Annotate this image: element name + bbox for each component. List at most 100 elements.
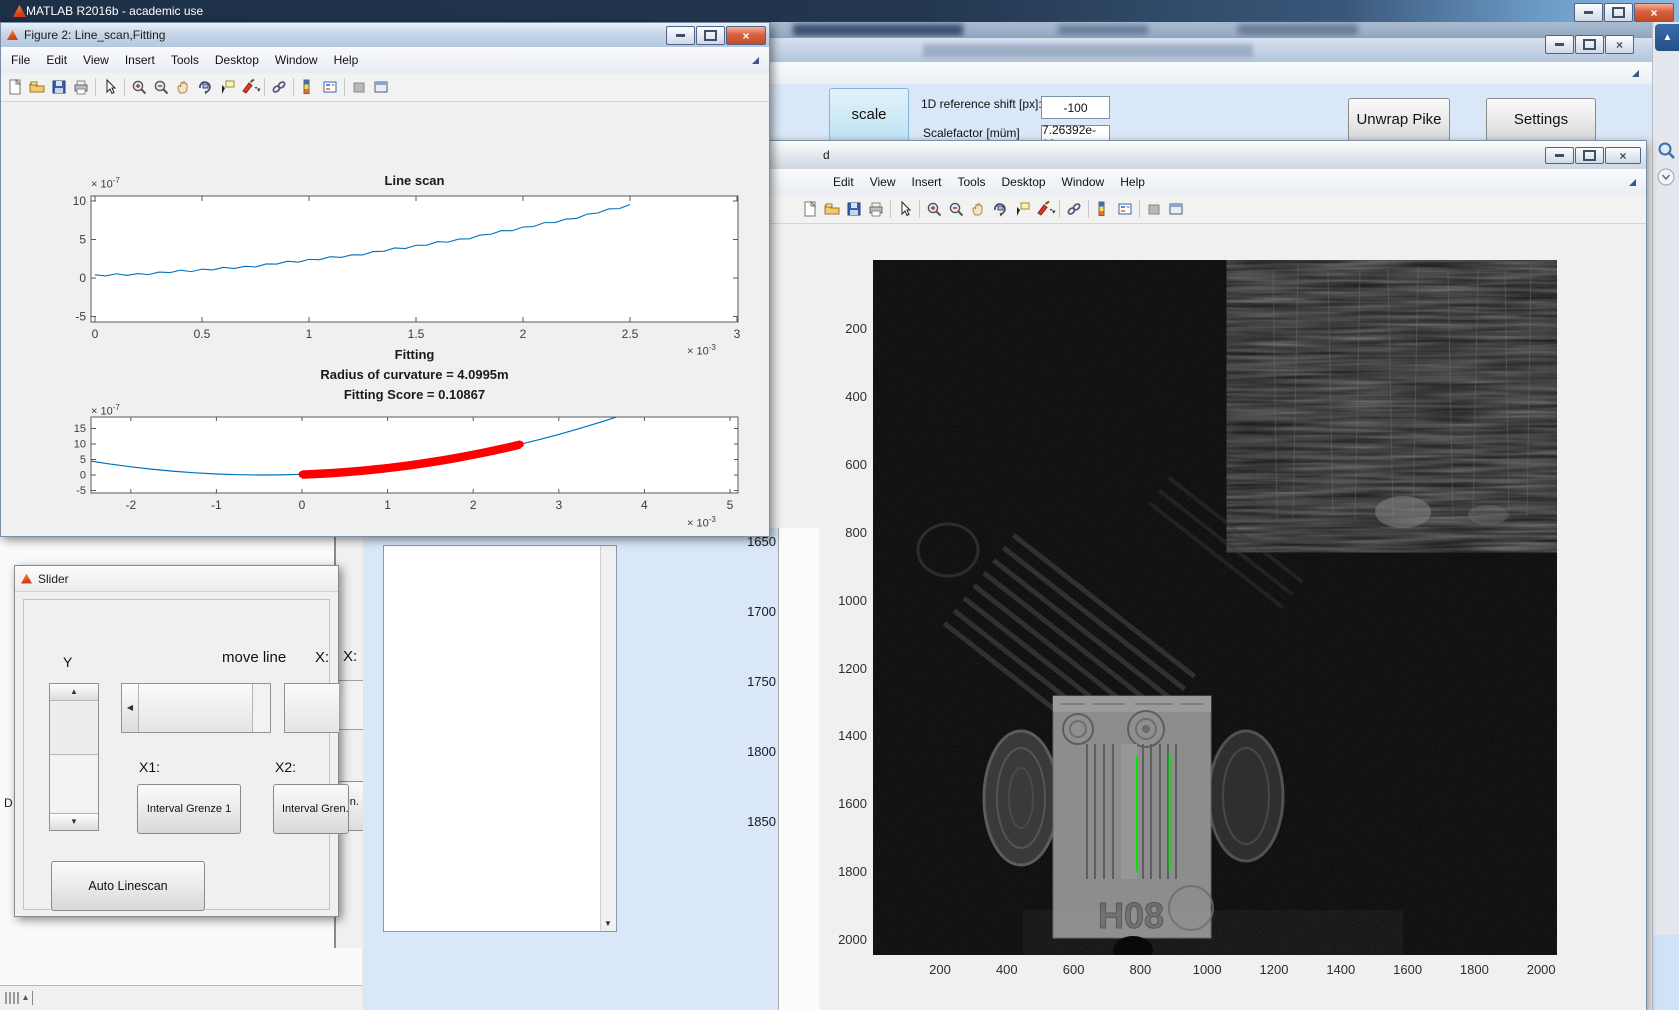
figure-d-menu-view[interactable]: View <box>862 171 904 193</box>
matlab-logo-icon <box>13 5 26 17</box>
unwrap-pike-button[interactable]: Unwrap Pike <box>1348 98 1450 141</box>
desktop: MATLAB R2016b - academic use × × scale 1… <box>0 0 1679 1010</box>
toolbar-separator <box>919 200 920 218</box>
slider-thumb[interactable] <box>139 684 253 732</box>
slider-left-button[interactable]: ◀ <box>122 684 139 732</box>
figure2-plots[interactable]: 0 0.5 1 1.5 2 2.5 3 10 5 0 -5 -2 -1 0 1 2 3 4 5 15 10 5 0 -5 <box>1 23 769 536</box>
figure-d-toolbar: ▾ <box>749 195 1646 224</box>
maximize-button[interactable] <box>1604 3 1633 22</box>
svg-text:3: 3 <box>734 327 741 341</box>
svg-text:10: 10 <box>74 439 86 451</box>
figure-d-minimize-button[interactable] <box>1545 147 1574 164</box>
y-slider-down-button[interactable]: ▼ <box>50 813 98 830</box>
figure-d-menu-edit[interactable]: Edit <box>825 171 862 193</box>
figure-d-menu-tools[interactable]: Tools <box>950 171 994 193</box>
matlab-title: MATLAB R2016b - academic use <box>26 4 204 18</box>
move-line-slider[interactable]: ◀ <box>121 683 271 733</box>
close-button[interactable]: × <box>1634 3 1674 22</box>
figure-d-menu-help[interactable]: Help <box>1112 171 1153 193</box>
listbox-scrollbar[interactable]: ▼ <box>600 546 616 931</box>
autohide-tab[interactable]: ▲ <box>1655 24 1679 51</box>
down-arrow-icon: ▼ <box>604 919 612 928</box>
y-slider-thumb[interactable] <box>50 701 98 755</box>
figure-d-show-plot-tools-icon[interactable] <box>1165 199 1187 219</box>
svg-text:2: 2 <box>470 498 477 512</box>
svg-text:2: 2 <box>520 327 527 341</box>
up-arrow-icon: ▲ <box>70 687 78 696</box>
gui-window-controls: × <box>1544 35 1634 54</box>
x2-label: X2: <box>275 759 297 775</box>
gui-mid-column: X: ren. ▼ 1650 1700 1750 1800 1850 <box>334 528 819 1010</box>
figure-d-close-button[interactable]: × <box>1605 147 1641 164</box>
figure-d-edit-plot-pointer-icon[interactable] <box>894 199 916 219</box>
svg-text:0: 0 <box>79 271 86 285</box>
svg-text:0: 0 <box>299 498 306 512</box>
figure-d-open-file-icon[interactable] <box>821 199 843 219</box>
figure-d-menu-window[interactable]: Window <box>1054 171 1113 193</box>
figure-d-link-plot-icon[interactable] <box>1063 199 1085 219</box>
right-sidebar: ▲ <box>1652 22 1679 1010</box>
figure2-window: Figure 2: Line_scan,Fitting × File Edit Vi… <box>0 22 770 537</box>
gui-axis-tick-1800: 1800 <box>747 744 776 759</box>
scalefactor-label: Scalefactor [müm] <box>923 126 1020 140</box>
y-slider-up-button[interactable]: ▲ <box>50 684 98 701</box>
gui-maximize-button[interactable] <box>1575 35 1604 54</box>
image-xtick-600: 600 <box>1062 962 1085 977</box>
search-icon[interactable] <box>1656 140 1678 167</box>
svg-text:5: 5 <box>727 498 734 512</box>
toolbar-separator <box>890 200 891 218</box>
toolbar-separator <box>1058 200 1060 218</box>
scale-button[interactable]: scale <box>829 88 909 141</box>
image-xtick-1400: 1400 <box>1326 962 1356 977</box>
svg-text:0: 0 <box>80 470 86 482</box>
figure-d-title: d <box>823 148 830 162</box>
gui-close-button[interactable]: × <box>1605 35 1634 54</box>
x-label: X: <box>315 649 330 666</box>
drag-grip-icon[interactable] <box>5 991 45 1005</box>
figure-d-save-figure-icon[interactable] <box>843 199 865 219</box>
figure-d-hide-plot-tools-icon[interactable] <box>1143 199 1165 219</box>
figure-d-menubar: Edit View Insert Tools Desktop Window Help <box>749 169 1646 196</box>
svg-text:1: 1 <box>384 498 391 512</box>
svg-text:2.5: 2.5 <box>622 327 639 341</box>
image-xtick-200: 200 <box>929 962 951 977</box>
minimize-button[interactable] <box>1574 3 1603 22</box>
figure-d-zoom-in-icon[interactable] <box>923 199 945 219</box>
gui-menu-dock-arrow-icon[interactable] <box>1632 70 1639 77</box>
figure-d-pan-hand-icon[interactable] <box>967 199 989 219</box>
figure-d-rotate-3d-icon[interactable] <box>989 199 1011 219</box>
auto-linescan-button[interactable]: Auto Linescan <box>51 861 205 911</box>
scroll-down-button[interactable]: ▼ <box>601 917 615 931</box>
figure-d-brush-dropdown-icon[interactable]: ▾ <box>1052 208 1056 216</box>
y-slider-track[interactable] <box>50 755 98 812</box>
figure-d-maximize-button[interactable] <box>1575 147 1604 164</box>
figure-d-print-figure-icon[interactable] <box>865 199 887 219</box>
image-xtick-400: 400 <box>995 962 1018 977</box>
figure-d-menu-insert[interactable]: Insert <box>903 171 949 193</box>
expand-chevron-icon[interactable] <box>1657 168 1677 193</box>
figure-d-data-cursor-icon[interactable] <box>1011 199 1033 219</box>
image-ytick-200: 200 <box>845 321 867 336</box>
interferogram-image[interactable]: H08 <box>873 260 1557 955</box>
svg-text:-2: -2 <box>125 498 136 512</box>
interval-grenze2-label: Interval Gren. <box>282 803 349 815</box>
linescan-listbox[interactable]: ▼ <box>383 545 617 932</box>
gui-axis-tick-1750: 1750 <box>747 674 776 689</box>
svg-text:-5: -5 <box>76 485 86 497</box>
figure-d-menu-dock-arrow-icon[interactable] <box>1629 179 1636 186</box>
figure-d-insert-legend-icon[interactable] <box>1114 199 1136 219</box>
ref-shift-input[interactable]: -100 <box>1041 96 1110 119</box>
gui-menu-strip <box>752 62 1654 85</box>
image-xtick-1000: 1000 <box>1192 962 1222 977</box>
interval-grenze2-button[interactable]: Interval Gren. <box>273 784 349 834</box>
figure-d-menu-desktop[interactable]: Desktop <box>994 171 1054 193</box>
figure-d-new-document-icon[interactable] <box>799 199 821 219</box>
y-slider[interactable]: ▲ ▼ <box>49 683 99 831</box>
gui-minimize-button[interactable] <box>1545 35 1574 54</box>
interval-grenze1-button[interactable]: Interval Grenze 1 <box>137 784 241 834</box>
figure-d-insert-colorbar-icon[interactable] <box>1092 199 1114 219</box>
image-ytick-1600: 1600 <box>838 796 867 812</box>
settings-button[interactable]: Settings <box>1486 98 1596 141</box>
figure-d-zoom-out-icon[interactable] <box>945 199 967 219</box>
x-position-slider[interactable] <box>284 683 339 733</box>
